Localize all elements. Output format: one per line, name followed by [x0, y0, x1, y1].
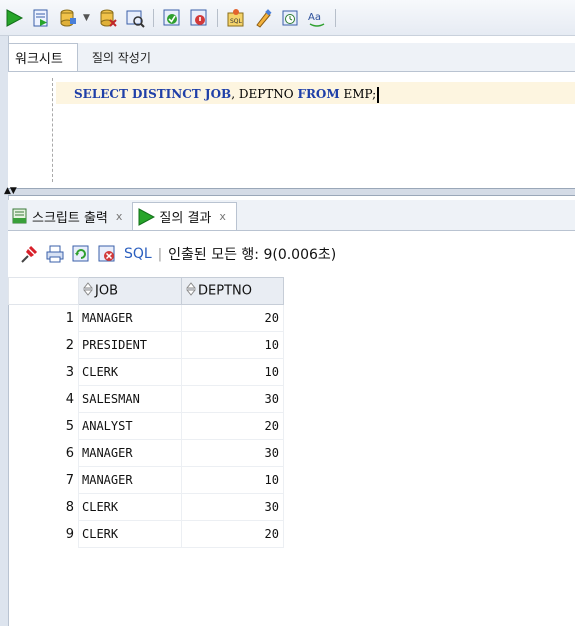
sort-icon[interactable] — [82, 282, 94, 300]
toolbar-separator — [334, 8, 336, 27]
refresh-icon[interactable] — [70, 243, 92, 265]
deptno-cell[interactable]: 20 — [181, 412, 284, 440]
column-header-label: DEPTNO — [198, 283, 252, 299]
main-toolbar: ▼ SQL Aa — [0, 0, 575, 36]
clear-icon[interactable] — [251, 6, 275, 30]
run-script-icon[interactable] — [29, 6, 53, 30]
commit-icon[interactable] — [56, 6, 80, 30]
row-number: 6 — [65, 445, 74, 461]
table-row[interactable]: 5 ANALYST 20 — [9, 412, 284, 440]
deptno-cell[interactable]: 30 — [181, 439, 284, 467]
deptno-cell[interactable]: 20 — [181, 304, 284, 332]
job-cell[interactable]: MANAGER — [78, 466, 182, 494]
history-icon[interactable] — [278, 6, 302, 30]
toolbar-separator: | — [157, 246, 163, 262]
svg-text:SQL: SQL — [230, 18, 243, 25]
tab-script-output[interactable]: 스크립트 출력 x — [8, 202, 132, 230]
tab-label: 워크시트 — [15, 52, 63, 67]
job-cell[interactable]: CLERK — [78, 493, 182, 521]
table-row[interactable]: 1 MANAGER 20 — [9, 304, 284, 332]
sql-history-icon[interactable]: SQL — [224, 6, 248, 30]
sql-editor[interactable]: SELECT DISTINCT JOB, DEPTNO FROM EMP; — [8, 72, 575, 188]
column-header-deptno[interactable]: DEPTNO — [181, 277, 284, 305]
table-row[interactable]: 6 MANAGER 30 — [9, 439, 284, 467]
tab-worksheet[interactable]: 워크시트 — [8, 43, 78, 71]
print-icon[interactable] — [44, 243, 66, 265]
row-number: 5 — [65, 418, 74, 434]
query-result-icon — [137, 207, 156, 226]
row-number: 1 — [65, 310, 74, 326]
table-row[interactable]: 2 PRESIDENT 10 — [9, 331, 284, 359]
sql-tuning-icon[interactable] — [187, 6, 211, 30]
sql-link[interactable]: SQL — [124, 246, 152, 262]
fetch-status-text: 인출된 모든 행: 9(0.006초) — [168, 247, 337, 263]
table-row[interactable]: 4 SALESMAN 30 — [9, 385, 284, 413]
column-header-label: JOB — [95, 283, 118, 299]
job-cell[interactable]: MANAGER — [78, 304, 182, 332]
deptno-cell[interactable]: 20 — [181, 520, 284, 548]
explain-plan-icon[interactable] — [160, 6, 184, 30]
sql-text: , DEPTNO — [231, 87, 298, 101]
sql-keyword: FROM — [297, 87, 340, 101]
tab-label: 질의 결과 — [159, 211, 212, 226]
tab-label: 질의 작성기 — [91, 51, 151, 65]
row-number: 2 — [65, 337, 74, 353]
job-cell[interactable]: CLERK — [78, 520, 182, 548]
sql-keyword: JOB — [200, 87, 232, 101]
splitter-arrows-icon[interactable]: ▲▼ — [4, 187, 17, 196]
close-icon[interactable]: x — [219, 210, 226, 223]
row-number-header — [8, 277, 79, 305]
row-number: 4 — [65, 391, 74, 407]
sort-icon[interactable] — [185, 282, 197, 300]
tab-query-result[interactable]: 질의 결과 x — [132, 202, 237, 230]
job-cell[interactable]: CLERK — [78, 358, 182, 386]
toolbar-separator — [216, 8, 218, 27]
script-output-icon — [12, 208, 28, 224]
table-row[interactable]: 8 CLERK 30 — [9, 493, 284, 521]
deptno-cell[interactable]: 30 — [181, 493, 284, 521]
tab-query-builder[interactable]: 질의 작성기 — [78, 44, 165, 71]
autotrace-icon[interactable] — [123, 6, 147, 30]
row-number: 3 — [65, 364, 74, 380]
sql-statement[interactable]: SELECT DISTINCT JOB, DEPTNO FROM EMP; — [74, 85, 380, 103]
table-row[interactable]: 7 MANAGER 10 — [9, 466, 284, 494]
deptno-cell[interactable]: 10 — [181, 331, 284, 359]
case-icon[interactable]: Aa — [305, 6, 329, 30]
grid-header-row: JOB DEPTNO — [8, 277, 284, 305]
table-row[interactable]: 3 CLERK 10 — [9, 358, 284, 386]
output-tabbar: 스크립트 출력 x 질의 결과 x — [8, 200, 575, 231]
editor-gutter-line — [52, 78, 53, 182]
editor-results-splitter[interactable] — [8, 188, 575, 196]
row-number: 7 — [65, 472, 74, 488]
close-icon[interactable]: x — [116, 210, 123, 223]
deptno-cell[interactable]: 30 — [181, 385, 284, 413]
column-header-job[interactable]: JOB — [78, 277, 182, 305]
job-cell[interactable]: SALESMAN — [78, 385, 182, 413]
job-cell[interactable]: PRESIDENT — [78, 331, 182, 359]
job-cell[interactable]: ANALYST — [78, 412, 182, 440]
sql-keyword: SELECT DISTINCT — [74, 87, 201, 101]
job-cell[interactable]: MANAGER — [78, 439, 182, 467]
worksheet-tabbar: 워크시트 질의 작성기 — [8, 43, 575, 72]
row-number: 9 — [65, 526, 74, 542]
text-caret — [377, 86, 380, 103]
tab-label: 스크립트 출력 — [32, 210, 108, 226]
result-toolbar: SQL | 인출된 모든 행: 9(0.006초) — [8, 231, 575, 277]
rollback-icon[interactable] — [96, 6, 120, 30]
row-number: 8 — [65, 499, 74, 515]
run-statement-icon[interactable] — [2, 6, 26, 30]
table-row[interactable]: 9 CLERK 20 — [9, 520, 284, 548]
pin-icon[interactable] — [18, 243, 40, 265]
deptno-cell[interactable]: 10 — [181, 358, 284, 386]
deptno-cell[interactable]: 10 — [181, 466, 284, 494]
chevron-down-icon[interactable]: ▼ — [83, 13, 90, 23]
cancel-fetch-icon[interactable] — [96, 243, 118, 265]
toolbar-separator — [152, 8, 154, 27]
result-grid: JOB DEPTNO 1 MANAGER 20 2 PRESIDENT 10 3 CLER… — [8, 277, 284, 548]
sql-text: EMP; — [339, 87, 377, 101]
svg-text:Aa: Aa — [308, 12, 321, 23]
